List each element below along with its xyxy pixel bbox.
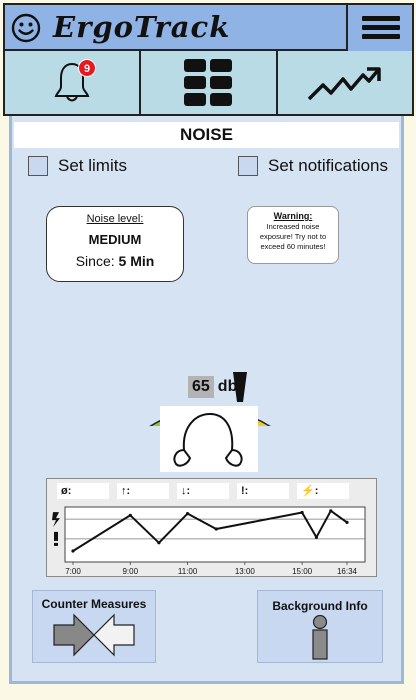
trend-chart-icon bbox=[307, 66, 381, 100]
average-icon: ø bbox=[61, 485, 68, 497]
x-tick-label: 11:00 bbox=[178, 567, 198, 576]
data-point bbox=[214, 527, 218, 531]
alert-count-field: ⚡: bbox=[297, 483, 349, 499]
notification-badge: 9 bbox=[78, 59, 96, 77]
noise-gauge bbox=[149, 372, 271, 426]
menu-button[interactable] bbox=[346, 5, 412, 51]
page-title: NOISE bbox=[14, 122, 399, 148]
exclamation-icon bbox=[54, 542, 58, 546]
decibel-readout: 65 db bbox=[188, 374, 237, 400]
maximum-field: ↑: bbox=[117, 483, 169, 499]
data-point bbox=[157, 541, 161, 545]
x-tick-label: 9:00 bbox=[122, 567, 138, 576]
warning-count-field: !: bbox=[237, 483, 289, 499]
set-notifications-label: Set notifications bbox=[268, 156, 389, 175]
x-tick-label: 13:00 bbox=[235, 567, 256, 576]
background-info-button[interactable]: Background Info bbox=[257, 590, 383, 663]
plot-area bbox=[64, 506, 366, 563]
data-point bbox=[128, 513, 132, 517]
checkbox-box[interactable] bbox=[238, 156, 258, 176]
data-point bbox=[329, 509, 333, 513]
main-nav: 9 bbox=[3, 51, 414, 116]
set-limits-checkbox[interactable]: Set limits bbox=[28, 156, 127, 176]
warning-heading: Warning: bbox=[273, 211, 313, 221]
x-tick-label: 15:00 bbox=[292, 567, 313, 576]
grid-icon bbox=[184, 58, 233, 106]
arrow-down-icon: ↓ bbox=[181, 485, 187, 497]
x-tick-label: 16:34 bbox=[337, 567, 358, 576]
set-limits-label: Set limits bbox=[58, 156, 127, 175]
noise-panel: NOISE Set limits Set notifications Noise… bbox=[9, 116, 404, 684]
lightning-icon bbox=[52, 512, 60, 528]
data-point bbox=[300, 510, 304, 515]
background-info-label: Background Info bbox=[272, 599, 368, 613]
counter-measures-button[interactable]: Counter Measures bbox=[32, 590, 156, 663]
headphones-icon bbox=[173, 412, 243, 467]
exclamation-icon bbox=[54, 531, 58, 541]
counter-measures-label: Counter Measures bbox=[41, 597, 147, 611]
warning-text: Increased noise exposure! Try not to exc… bbox=[259, 222, 327, 251]
lightning-icon: ⚡ bbox=[301, 485, 315, 497]
x-tick-label: 7:00 bbox=[65, 567, 81, 576]
notifications-button[interactable]: 9 bbox=[5, 51, 142, 114]
smiley-icon bbox=[11, 13, 41, 43]
minimum-field: ↓: bbox=[177, 483, 229, 499]
hamburger-menu-icon bbox=[362, 34, 400, 39]
app-title: ErgoTrack bbox=[53, 10, 231, 44]
set-notifications-checkbox[interactable]: Set notifications bbox=[238, 156, 388, 176]
noise-level-heading: Noise level: bbox=[86, 213, 144, 225]
data-point bbox=[71, 549, 75, 553]
arrow-up-icon: ↑ bbox=[121, 485, 127, 497]
headphones-card bbox=[160, 406, 258, 472]
average-field: ø: bbox=[57, 483, 109, 499]
trends-button[interactable] bbox=[278, 51, 412, 114]
info-icon bbox=[312, 614, 328, 660]
app-header: ErgoTrack bbox=[3, 3, 414, 51]
history-plot: 7:00 9:00 11:00 13:00 15:00 16:34 bbox=[52, 506, 366, 576]
noise-level-value: MEDIUM bbox=[88, 232, 142, 247]
decibel-value: 65 bbox=[188, 376, 214, 398]
data-point bbox=[186, 512, 190, 516]
checkbox-box[interactable] bbox=[28, 156, 48, 176]
hamburger-menu-icon bbox=[362, 25, 400, 30]
noise-history-chart: ø: ↑: ↓: !: ⚡: 7:00 9:00 11:00 13:00 15:00 16… bbox=[46, 478, 377, 577]
arrows-icon bbox=[53, 613, 135, 657]
decibel-unit: db bbox=[217, 378, 238, 395]
hamburger-menu-icon bbox=[362, 16, 400, 21]
dashboard-button[interactable] bbox=[141, 51, 278, 114]
warning-card: Warning: Increased noise exposure! Try n… bbox=[247, 206, 339, 264]
data-point bbox=[314, 535, 318, 539]
data-point bbox=[345, 520, 349, 524]
exclamation-icon: ! bbox=[241, 485, 245, 497]
